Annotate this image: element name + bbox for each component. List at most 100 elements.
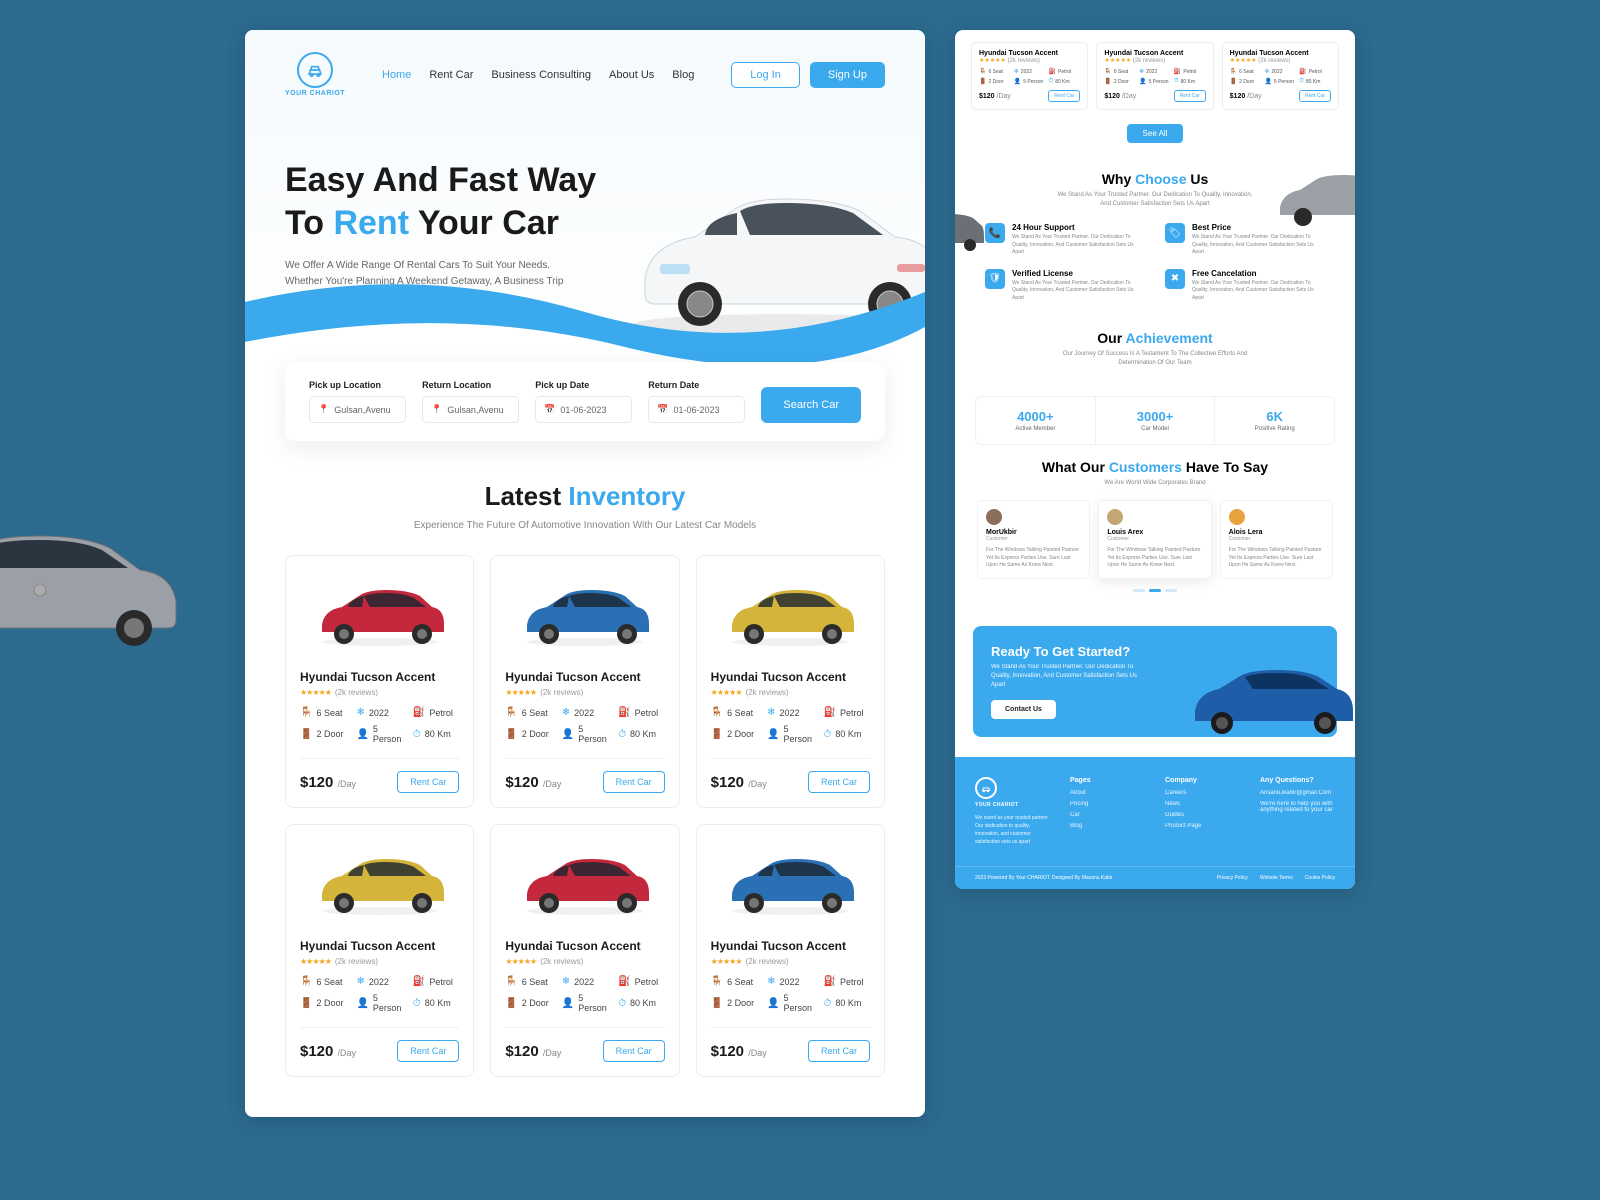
stat-item: 3000+Car Model — [1096, 397, 1216, 444]
avatar — [986, 509, 1002, 525]
see-all-button[interactable]: See All — [1127, 124, 1184, 143]
seat-icon: 🪑 — [505, 976, 517, 987]
seat-icon: 🪑 — [711, 707, 723, 718]
avatar — [1107, 509, 1123, 525]
specs: 🪑6 Seat ❄2022 ⛽Petrol 🚪2 Door 👤5 Person … — [711, 707, 870, 744]
footer: YOUR CHARIOT We stand as your trusted pa… — [955, 757, 1355, 866]
rent-button[interactable]: Rent Car — [1299, 90, 1331, 102]
return-date-label: Return Date — [648, 380, 745, 390]
nav-about[interactable]: About Us — [609, 69, 654, 81]
rent-button[interactable]: Rent Car — [397, 771, 459, 793]
footer-link[interactable]: Careers — [1165, 790, 1240, 796]
car-card[interactable]: Hyundai Tucson Accent ★★★★★(2k reviews) … — [285, 824, 474, 1077]
side-car-right-decoration — [1275, 167, 1355, 232]
footer-links: AnsanuJkabir@gmail.Com We're here to help… — [1260, 790, 1335, 813]
footer-link[interactable]: Car — [1070, 812, 1145, 818]
stars-icon: ★★★★★ (2k reviews) — [979, 57, 1080, 64]
contact-us-button[interactable]: Contact Us — [991, 700, 1056, 719]
rent-button[interactable]: Rent Car — [1174, 90, 1206, 102]
specs: 🪑6 Seat ❄2022 ⛽Petrol 🚪2 Door 👤5 Person … — [505, 976, 664, 1013]
nav-home[interactable]: Home — [382, 69, 411, 81]
nav-consulting[interactable]: Business Consulting — [491, 69, 591, 81]
car-card[interactable]: Hyundai Tucson Accent ★★★★★(2k reviews) … — [285, 555, 474, 808]
nav-rent[interactable]: Rent Car — [429, 69, 473, 81]
car-card[interactable]: Hyundai Tucson Accent ★★★★★(2k reviews) … — [490, 555, 679, 808]
calendar-icon: 📅 — [657, 404, 668, 415]
footer-link[interactable]: Blog — [1070, 823, 1145, 829]
feature-icon: 📞 — [985, 223, 1005, 243]
pickup-location-input[interactable]: 📍Gulsan,Avenu — [309, 396, 406, 423]
footer-bottom-link[interactable]: Privacy Policy — [1217, 875, 1248, 881]
return-date-field: Return Date 📅01-06-2023 — [648, 380, 745, 423]
footer-bottom-link[interactable]: Website Terms — [1260, 875, 1293, 881]
search-bar: Pick up Location 📍Gulsan,Avenu Return Lo… — [285, 362, 885, 441]
car-card[interactable]: Hyundai Tucson Accent ★★★★★ (2k reviews)… — [1222, 42, 1339, 110]
footer-link[interactable]: About — [1070, 790, 1145, 796]
footer-link[interactable]: Pricing — [1070, 801, 1145, 807]
login-button[interactable]: Log In — [731, 62, 800, 88]
pickup-date-input[interactable]: 📅01-06-2023 — [535, 396, 632, 423]
inventory-section: Latest Inventory Experience The Future O… — [245, 441, 925, 1117]
pickup-location-field: Pick up Location 📍Gulsan,Avenu — [309, 380, 406, 423]
car-card[interactable]: Hyundai Tucson Accent ★★★★★(2k reviews) … — [696, 824, 885, 1077]
footer-bottom-link[interactable]: Cookie Policy — [1305, 875, 1335, 881]
rent-button[interactable]: Rent Car — [1048, 90, 1080, 102]
fuel-icon: ⛽ — [413, 976, 425, 987]
footer-link[interactable]: News — [1165, 801, 1240, 807]
rent-button[interactable]: Rent Car — [603, 771, 665, 793]
dot[interactable] — [1165, 589, 1177, 592]
rating-row: ★★★★★(2k reviews) — [300, 688, 459, 697]
price: $120 /Day — [300, 774, 356, 791]
logo[interactable]: YOUR CHARIOT — [285, 52, 345, 97]
return-date-input[interactable]: 📅01-06-2023 — [648, 396, 745, 423]
car-card[interactable]: Hyundai Tucson Accent ★★★★★ (2k reviews)… — [971, 42, 1088, 110]
continuation-page: Hyundai Tucson Accent ★★★★★ (2k reviews)… — [955, 30, 1355, 889]
avatar — [1229, 509, 1245, 525]
footer-brand-col: YOUR CHARIOT We stand as your trusted pa… — [975, 777, 1050, 846]
hero-section: YOUR CHARIOT Home Rent Car Business Cons… — [245, 30, 925, 382]
feature-desc: We Stand As Your Trusted Partner. Our De… — [1012, 280, 1145, 303]
testimonials-subtitle: We Are World Wide Corporates Brand — [1055, 479, 1255, 488]
specs: 🪑6 Seat ❄2022 ⛽Petrol 🚪2 Door 👤5 Person … — [979, 68, 1080, 85]
logo-text: YOUR CHARIOT — [285, 90, 345, 97]
car-image — [300, 570, 459, 660]
card-footer: $120 /Day Rent Car — [711, 1027, 870, 1062]
footer-col-title: Company — [1165, 777, 1240, 784]
footer-pages-col: Pages AboutPricingCarBlog — [1070, 777, 1145, 846]
testimonials-title: What Our Customers Have To Say — [975, 459, 1335, 475]
footer-link[interactable]: AnsanuJkabir@gmail.Com — [1260, 790, 1335, 796]
dot-active[interactable] — [1149, 589, 1161, 592]
footer-link[interactable]: We're here to help you with anything rel… — [1260, 801, 1335, 813]
rent-button[interactable]: Rent Car — [808, 771, 870, 793]
dot[interactable] — [1133, 589, 1145, 592]
year-icon: ❄ — [562, 707, 570, 718]
rent-button[interactable]: Rent Car — [397, 1040, 459, 1062]
testimonial-name: Alois Lera — [1229, 529, 1324, 536]
rent-button[interactable]: Rent Car — [808, 1040, 870, 1062]
feature-item: ✖ Free Cancelation We Stand As Your Trus… — [1165, 269, 1325, 303]
footer-bottom: 2023 Powered By Your CHARIOT. Designed B… — [955, 866, 1355, 889]
rating-row: ★★★★★(2k reviews) — [505, 957, 664, 966]
car-card[interactable]: Hyundai Tucson Accent ★★★★★ (2k reviews)… — [1096, 42, 1213, 110]
footer-link[interactable]: Guides — [1165, 812, 1240, 818]
copyright: 2023 Powered By Your CHARIOT. Designed B… — [975, 875, 1113, 881]
year-icon: ❄ — [767, 976, 775, 987]
return-location-input[interactable]: 📍Gulsan,Avenu — [422, 396, 519, 423]
feature-title: 24 Hour Support — [1012, 223, 1145, 232]
car-card[interactable]: Hyundai Tucson Accent ★★★★★(2k reviews) … — [490, 824, 679, 1077]
nav-blog[interactable]: Blog — [672, 69, 694, 81]
car-card[interactable]: Hyundai Tucson Accent ★★★★★(2k reviews) … — [696, 555, 885, 808]
fuel-icon: ⛽ — [618, 976, 630, 987]
testimonial-role: Customer — [986, 536, 1081, 542]
footer-link[interactable]: Product Page — [1165, 823, 1240, 829]
search-button[interactable]: Search Car — [761, 387, 861, 423]
feature-icon: 🏷 — [1165, 223, 1185, 243]
door-icon: 🚪 — [505, 998, 517, 1009]
testimonial-card: Louis Arex Customer For The Windows Talk… — [1098, 500, 1211, 579]
rent-button[interactable]: Rent Car — [603, 1040, 665, 1062]
speed-icon: ⏱ — [413, 729, 421, 740]
door-icon: 🚪 — [711, 998, 723, 1009]
card-footer: $120 /Day Rent Car — [300, 1027, 459, 1062]
cta-car-image — [1187, 661, 1355, 741]
signup-button[interactable]: Sign Up — [810, 62, 885, 88]
